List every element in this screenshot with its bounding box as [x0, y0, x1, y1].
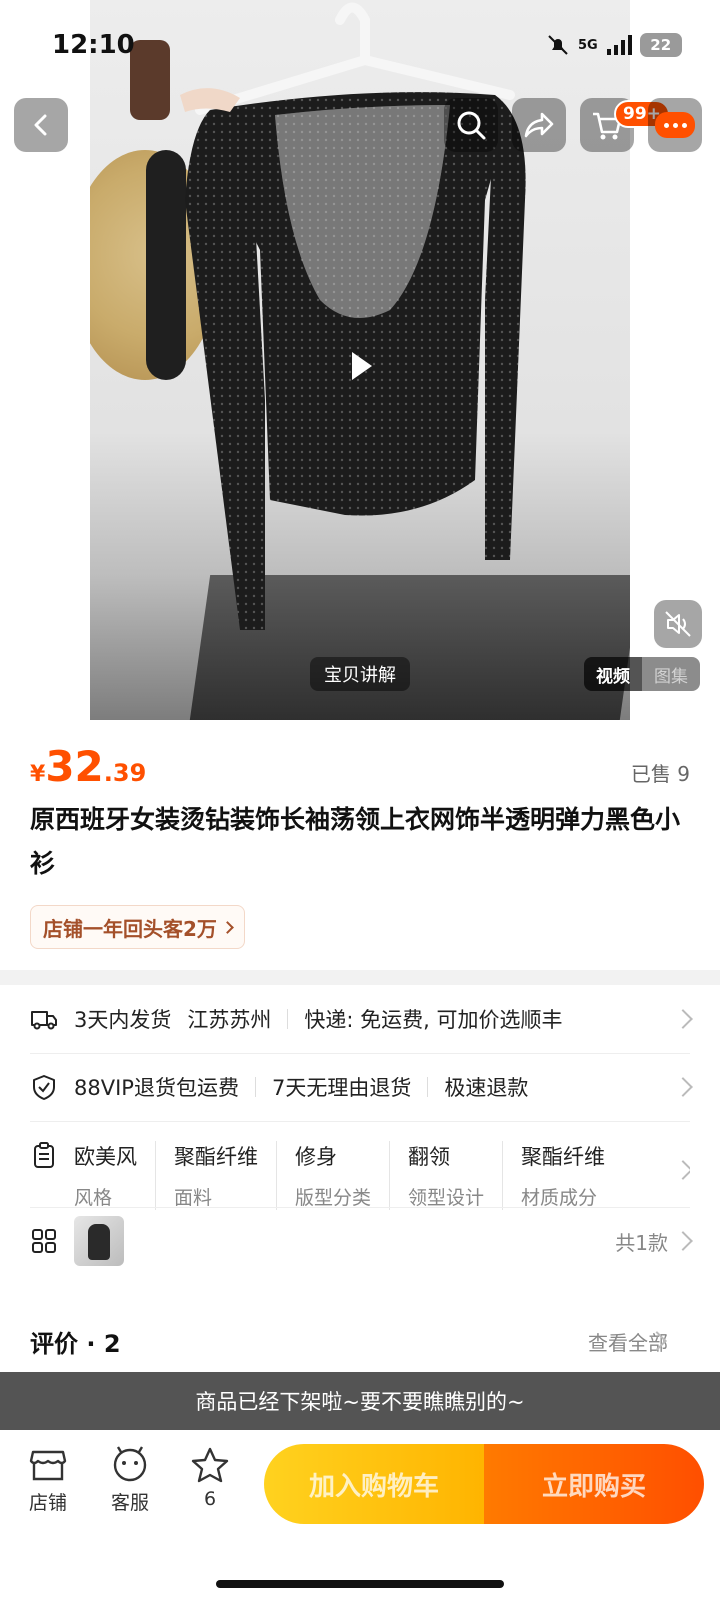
mute-bell-icon	[548, 35, 568, 55]
product-media[interactable]: 12:10 5G 22 99+ 宝贝讲解 视频 图集	[0, 0, 720, 720]
more-button[interactable]	[648, 98, 702, 152]
chevron-right-icon	[673, 1009, 693, 1029]
shipping-row[interactable]: 3天内发货 江苏苏州 快递: 免运费, 可加价选顺丰	[30, 985, 693, 1053]
variant-count: 共1款	[615, 1230, 668, 1255]
share-button[interactable]	[512, 98, 566, 152]
add-to-cart-button[interactable]: 加入购物车	[264, 1444, 484, 1524]
favorite-button[interactable]: 6	[178, 1446, 242, 1510]
tab-gallery[interactable]: 图集	[642, 657, 700, 691]
star-icon	[191, 1447, 229, 1483]
tab-video[interactable]: 视频	[584, 657, 642, 691]
divider	[427, 1077, 429, 1097]
customer-service-button[interactable]: 客服	[98, 1446, 162, 1515]
variant-thumbnail[interactable]	[74, 1216, 124, 1266]
spec-key: 领型设计	[408, 1187, 485, 1209]
network-label: 5G	[578, 37, 598, 53]
price-currency: ¥	[30, 762, 46, 787]
reviews-section: 评价 · 2 查看全部	[0, 1300, 720, 1380]
returning-customer-tag[interactable]: 店铺一年回头客2万	[30, 905, 245, 949]
spec-key: 面料	[174, 1187, 213, 1209]
specs-row[interactable]: 欧美风 风格 聚酯纤维 面料 修身 版型分类 翻领 领型设计 聚酯纤维 材质成分	[30, 1121, 690, 1217]
spec-key: 材质成分	[521, 1187, 598, 1209]
spec-key: 版型分类	[295, 1187, 372, 1209]
media-toggle: 视频 图集	[584, 657, 700, 691]
spec-list: 欧美风 风格 聚酯纤维 面料 修身 版型分类 翻领 领型设计 聚酯纤维 材质成分	[74, 1141, 664, 1210]
spec-value: 聚酯纤维	[174, 1145, 258, 1169]
spec-style: 欧美风 风格	[74, 1141, 156, 1210]
search-icon	[457, 111, 486, 140]
signal-icon	[606, 35, 632, 55]
product-explain-button[interactable]: 宝贝讲解	[310, 657, 410, 691]
spec-value: 欧美风	[74, 1145, 137, 1169]
ship-time: 3天内发货	[74, 1008, 172, 1032]
clipboard-icon	[34, 1142, 54, 1168]
battery-indicator: 22	[639, 33, 682, 57]
spec-fabric: 聚酯纤维 面料	[174, 1141, 277, 1210]
spec-value: 修身	[295, 1145, 337, 1169]
chevron-right-icon	[673, 1077, 693, 1097]
price-decimal: .39	[103, 759, 147, 787]
spec-fit: 修身 版型分类	[295, 1141, 391, 1210]
store-label: 店铺	[28, 1492, 67, 1514]
guarantee-7day: 7天无理由退货	[271, 1076, 412, 1100]
spec-collar: 翻领 领型设计	[408, 1141, 504, 1210]
grid-icon	[32, 1229, 56, 1253]
guarantee-vip: 88VIP退货包运费	[74, 1076, 239, 1100]
mute-button[interactable]	[654, 600, 702, 648]
divider	[254, 1077, 256, 1097]
product-title: 原西班牙女装烫钻装饰长袖荡领上衣网饰半透明弹力黑色小衫	[30, 805, 681, 878]
spec-material: 聚酯纤维 材质成分	[521, 1141, 623, 1210]
play-icon[interactable]	[330, 336, 390, 396]
bottom-action-bar: 店铺 客服 6 加入购物车 立即购买	[0, 1430, 720, 1600]
ship-origin: 江苏苏州	[187, 1008, 272, 1032]
buy-now-button[interactable]: 立即购买	[484, 1444, 704, 1524]
favorite-count: 6	[203, 1488, 217, 1510]
more-icon	[655, 112, 695, 138]
price-integer: 32	[45, 742, 104, 791]
share-icon	[524, 112, 554, 138]
sold-count: 已售 9	[630, 762, 690, 786]
home-indicator[interactable]	[216, 1580, 504, 1588]
returning-customer-label: 店铺一年回头客2万	[43, 916, 217, 941]
divider	[287, 1009, 289, 1029]
guarantee-refund: 极速退款	[444, 1076, 529, 1100]
speaker-muted-icon	[665, 611, 691, 637]
status-icons: 5G 22	[546, 30, 682, 60]
price-card: ¥ 32 .39 已售 9 原西班牙女装烫钻装饰长袖荡领上衣网饰半透明弹力黑色小…	[0, 720, 720, 970]
chevron-right-icon	[673, 1160, 690, 1180]
store-icon	[29, 1450, 67, 1481]
status-time: 12:10	[52, 30, 135, 60]
shield-check-icon	[33, 1075, 55, 1100]
truck-icon	[31, 1011, 57, 1030]
spec-value: 聚酯纤维	[521, 1145, 606, 1169]
chevron-right-icon	[673, 1231, 693, 1251]
ship-method: 快递: 免运费, 可加价选顺丰	[304, 1008, 563, 1032]
delisted-banner: 商品已经下架啦~要不要瞧瞧别的~	[0, 1372, 720, 1430]
service-face-icon	[113, 1446, 147, 1482]
service-info-card: 3天内发货 江苏苏州 快递: 免运费, 可加价选顺丰 88VIP退货包运费 7天…	[0, 985, 720, 1305]
service-label: 客服	[110, 1492, 149, 1514]
store-button[interactable]: 店铺	[16, 1446, 80, 1515]
price: ¥ 32 .39	[30, 742, 146, 791]
chevron-right-icon	[221, 920, 234, 934]
chevron-left-icon	[34, 114, 47, 136]
search-button[interactable]	[444, 98, 498, 152]
spec-value: 翻领	[408, 1145, 451, 1169]
back-button[interactable]	[14, 98, 68, 152]
variants-row[interactable]: 共1款	[30, 1207, 693, 1275]
guarantee-row[interactable]: 88VIP退货包运费 7天无理由退货 极速退款	[30, 1053, 693, 1121]
product-page: 12:10 5G 22 99+ 宝贝讲解 视频 图集 ¥ 32 .39 已售 9…	[0, 0, 720, 1600]
spec-key: 风格	[74, 1187, 113, 1209]
reviews-title: 评价 · 2	[30, 1330, 121, 1358]
